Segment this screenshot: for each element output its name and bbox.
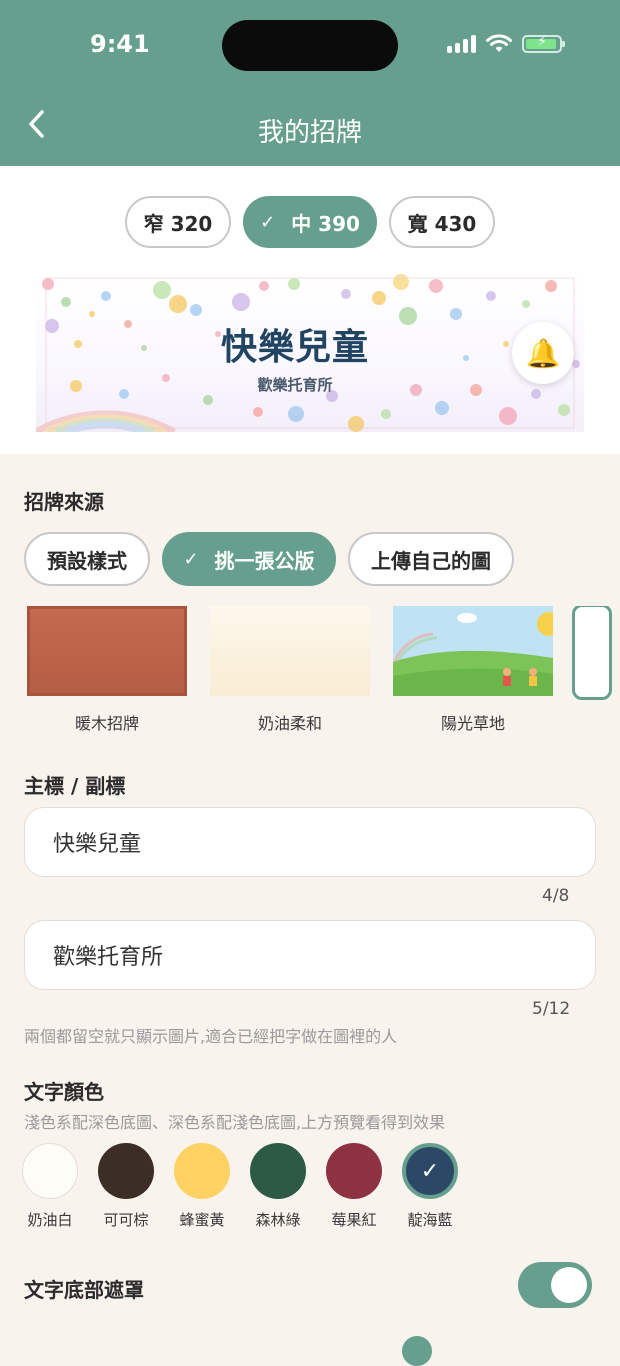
app-header: 9:41 ⚡ 我的招牌 [0,0,620,166]
check-icon: ✓ [420,1158,440,1184]
source-tab-template[interactable]: ✓ 挑一張公版 [162,532,336,586]
sign-title: 快樂兒童 [220,327,369,368]
check-icon: ✓ [183,548,199,570]
color-swatches: 奶油白 可可棕 蜂蜜黃 森林綠 莓果紅 ✓ 靛海藍 [22,1143,458,1230]
color-dot [174,1143,230,1199]
color-option-navy[interactable]: ✓ 靛海藍 [402,1143,458,1230]
subtitle-input[interactable]: 歡樂托育所 [24,920,596,990]
titles-label: 主標 / 副標 [24,774,126,798]
size-tab-narrow[interactable]: 窄 320 [125,196,231,248]
preview-area: 窄 320 ✓ 中 390 寬 430 快樂兒童 歡樂托育所 [0,166,620,454]
template-thumbnail [393,606,553,696]
color-name: 蜂蜜黃 [179,1211,225,1229]
source-tab-label: 上傳自己的圖 [371,548,491,573]
size-tab-medium[interactable]: ✓ 中 390 [243,196,377,248]
color-dot [326,1143,382,1199]
text-color-label: 文字顏色 [24,1080,104,1104]
source-tab-label: 預設樣式 [47,548,127,573]
color-name: 森林綠 [255,1211,301,1229]
status-time: 9:41 [90,30,150,58]
text-color-hint: 淺色系配深色底圖、深色系配淺色底圖,上方預覽看得到效果 [24,1113,446,1132]
source-label: 招牌來源 [24,490,104,514]
source-tabs: 預設樣式 ✓ 挑一張公版 上傳自己的圖 [24,532,514,586]
template-name: 暖木招牌 [74,714,139,733]
template-item[interactable]: 暖木招牌 [27,606,187,734]
color-name: 奶油白 [27,1211,73,1229]
color-dot [22,1143,78,1199]
template-item[interactable]: 奶油柔和 [210,606,370,734]
subtitle-counter: 5/12 [532,999,571,1019]
sign-subtitle: 歡樂托育所 [257,376,333,394]
size-tabs: 窄 320 ✓ 中 390 寬 430 [0,196,620,248]
color-dot [250,1143,306,1199]
source-tab-default[interactable]: 預設樣式 [24,532,150,586]
size-tab-label: 寬 430 [407,211,477,236]
source-tab-upload[interactable]: 上傳自己的圖 [348,532,514,586]
color-option-forest[interactable]: 森林綠 [250,1143,306,1230]
template-thumbnail [27,606,187,696]
source-tab-label: 挑一張公版 [214,548,315,573]
titles-hint: 兩個都留空就只顯示圖片,適合已經把字做在圖裡的人 [24,1027,398,1046]
color-option-cream[interactable]: 奶油白 [22,1143,78,1230]
sign-preview: 快樂兒童 歡樂托育所 [36,274,584,432]
color-option-berry[interactable]: 莓果紅 [326,1143,382,1230]
subtitle-value: 歡樂托育所 [53,945,164,970]
main-title-value: 快樂兒童 [53,832,142,857]
toggle-knob [551,1267,587,1303]
mask-toggle[interactable] [518,1262,592,1308]
template-name: 奶油柔和 [257,714,322,733]
color-name: 可可棕 [103,1211,149,1229]
slider-handle[interactable] [402,1336,432,1366]
page-title: 我的招牌 [257,118,362,148]
dynamic-island [222,20,398,71]
template-name: 陽光草地 [440,714,505,733]
bell-button[interactable]: 🔔 [512,322,574,384]
color-option-honey[interactable]: 蜂蜜黃 [174,1143,230,1230]
color-name: 靛海藍 [407,1211,453,1229]
color-dot: ✓ [402,1143,458,1199]
color-option-cocoa[interactable]: 可可棕 [98,1143,154,1230]
wifi-icon [486,34,512,52]
template-item-selected[interactable] [572,606,612,700]
battery-icon: ⚡ [522,34,565,53]
cellular-signal-icon [447,35,476,53]
size-tab-label: 中 390 [291,211,360,236]
size-tab-wide[interactable]: 寬 430 [389,196,495,248]
size-tab-label: 窄 320 [143,211,213,236]
status-icons: ⚡ [447,34,565,54]
color-name: 莓果紅 [331,1211,377,1229]
main-title-input[interactable]: 快樂兒童 [24,807,596,877]
bell-icon: 🔔 [525,336,561,370]
template-thumbnail [210,606,370,696]
template-item[interactable]: 陽光草地 [393,606,553,734]
color-dot [98,1143,154,1199]
check-icon: ✓ [260,211,276,233]
main-title-counter: 4/8 [542,886,570,906]
template-list: 暖木招牌 奶油柔和 陽光草地 [27,606,620,736]
mask-label: 文字底部遮罩 [24,1278,144,1302]
